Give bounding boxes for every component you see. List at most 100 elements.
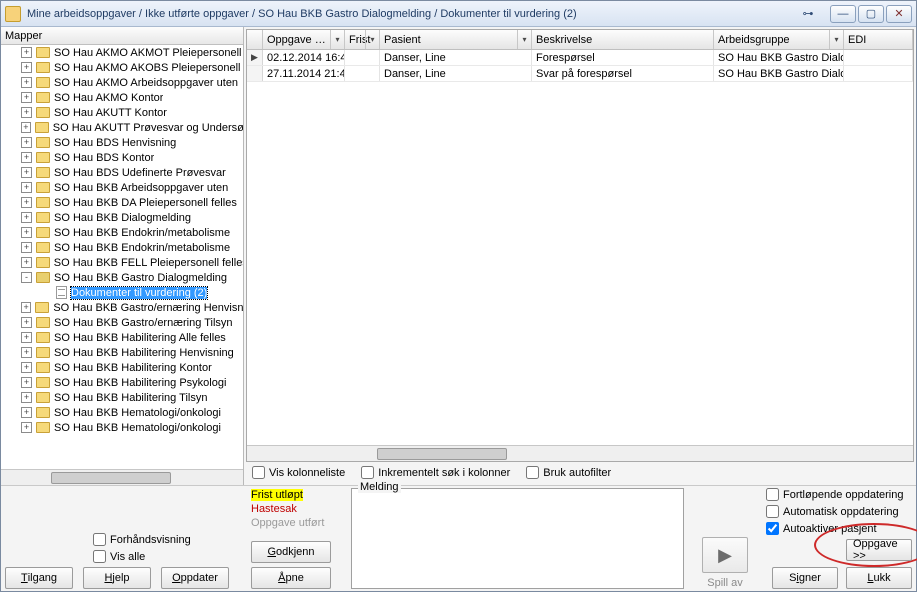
play-button[interactable]: ▶ — [702, 537, 748, 573]
pin-icon[interactable]: ⊶ — [796, 6, 820, 22]
tree-toggle[interactable]: + — [21, 242, 32, 253]
signer-button[interactable]: Signer — [772, 567, 838, 589]
tree-toggle[interactable]: + — [21, 107, 32, 118]
tree-toggle[interactable]: + — [21, 407, 32, 418]
chk-visalle[interactable]: Vis alle — [93, 550, 245, 563]
tree-toggle[interactable]: + — [21, 122, 31, 133]
tree-folder-node[interactable]: +SO Hau AKMO AKOBS Pleiepersonell — [1, 60, 243, 75]
tree-toggle[interactable]: + — [21, 257, 32, 268]
folder-tree[interactable]: +SO Hau AKMO AKMOT Pleiepersonell+SO Hau… — [1, 45, 243, 469]
tree-toggle[interactable]: + — [21, 137, 32, 148]
table-row[interactable]: 27.11.2014 21:4Danser, LineSvar på fores… — [247, 66, 913, 82]
tree-toggle[interactable]: + — [21, 152, 32, 163]
folder-icon — [36, 92, 50, 103]
tree-label: SO Hau BKB Habilitering Alle felles — [54, 332, 226, 344]
close-button[interactable]: ✕ — [886, 5, 912, 23]
tree-folder-node[interactable]: + SO Hau BKB Habilitering Alle felles — [1, 330, 243, 345]
tree-doc-node[interactable]: Dokumenter til vurdering (2) — [1, 285, 243, 300]
tree-folder-node[interactable]: +SO Hau BKB DA Pleiepersonell felles — [1, 195, 243, 210]
folder-icon — [36, 392, 50, 403]
tree-folder-node[interactable]: +SO Hau BKB Endokrin/metabolisme — [1, 225, 243, 240]
apne-button[interactable]: Åpne — [251, 567, 331, 589]
chk-fortlopende[interactable]: Fortløpende oppdatering — [766, 488, 912, 501]
tree-folder-node[interactable]: +SO Hau BKB Habilitering Psykologi — [1, 375, 243, 390]
table-row[interactable]: ▶02.12.2014 16:4Danser, LineForespørselS… — [247, 50, 913, 66]
tree-toggle[interactable]: + — [21, 227, 32, 238]
tree-toggle[interactable]: + — [21, 167, 32, 178]
chevron-down-icon[interactable]: ▾ — [517, 30, 531, 49]
tree-folder-node[interactable]: +SO Hau BDS Henvisning — [1, 135, 243, 150]
col-beskrivelse[interactable]: Beskrivelse — [532, 30, 714, 49]
folders-header: Mapper — [1, 27, 243, 45]
tree-folder-node[interactable]: +SO Hau AKMO Arbeidsoppgaver uten — [1, 75, 243, 90]
folder-icon — [35, 122, 49, 133]
cell: SO Hau BKB Gastro Dialogm — [714, 66, 844, 81]
tree-folder-node[interactable]: +SO Hau AKMO AKMOT Pleiepersonell — [1, 45, 243, 60]
tree-toggle[interactable]: + — [21, 422, 32, 433]
tree-toggle[interactable]: + — [21, 362, 32, 373]
tilgang-button[interactable]: Tilgang — [5, 567, 73, 589]
tree-toggle[interactable]: + — [21, 212, 32, 223]
grid-header[interactable]: Oppgave …▾ Frist▾ Pasient▾ Beskrivelse A… — [247, 30, 913, 50]
chk-forhandsvisning[interactable]: Forhåndsvisning — [93, 533, 245, 546]
tree-toggle[interactable]: + — [21, 182, 32, 193]
godkjenn-button[interactable]: Godkjenn — [251, 541, 331, 563]
chk-kolonneliste[interactable]: Vis kolonneliste — [252, 466, 345, 479]
tree-toggle[interactable]: + — [21, 332, 32, 343]
folder-icon — [36, 377, 50, 388]
tree-folder-node[interactable]: +SO Hau BKB FELL Pleiepersonell felles — [1, 255, 243, 270]
minimize-button[interactable]: — — [830, 5, 856, 23]
tree-toggle[interactable]: + — [21, 347, 32, 358]
row-indicator: ▶ — [247, 50, 263, 65]
tree-folder-node[interactable]: +SO Hau BKB Hematologi/onkologi — [1, 405, 243, 420]
chevron-down-icon[interactable]: ▾ — [330, 30, 344, 49]
tree-folder-node[interactable]: +SO Hau BKB Endokrin/metabolisme — [1, 240, 243, 255]
tree-toggle[interactable]: - — [21, 272, 32, 283]
chevron-down-icon[interactable]: ▾ — [829, 30, 843, 49]
tree-folder-node[interactable]: +SO Hau AKMO Kontor — [1, 90, 243, 105]
tree-folder-node[interactable]: + SO Hau BKB Dialogmelding — [1, 210, 243, 225]
hjelp-button[interactable]: Hjelp — [83, 567, 151, 589]
tree-folder-node[interactable]: +SO Hau BKB Habilitering Henvisning — [1, 345, 243, 360]
tree-folder-node[interactable]: +SO Hau BKB Hematologi/onkologi — [1, 420, 243, 435]
chk-inkrementelt[interactable]: Inkrementelt søk i kolonner — [361, 466, 510, 479]
tree-folder-node[interactable]: +SO Hau BKB Gastro/ernæring Henvisning — [1, 300, 243, 315]
oppgave-button[interactable]: Oppgave >> — [846, 539, 912, 561]
tree-toggle[interactable]: + — [21, 62, 32, 73]
chevron-down-icon[interactable]: ▾ — [365, 30, 379, 49]
folder-icon — [36, 242, 50, 253]
tree-toggle[interactable]: + — [21, 47, 32, 58]
tree-toggle[interactable]: + — [21, 392, 32, 403]
col-edi[interactable]: EDI — [844, 30, 913, 49]
tree-folder-node[interactable]: -SO Hau BKB Gastro Dialogmelding — [1, 270, 243, 285]
col-frist[interactable]: Frist▾ — [345, 30, 380, 49]
col-arbeidsgruppe[interactable]: Arbeidsgruppe▾ — [714, 30, 844, 49]
tree-folder-node[interactable]: +SO Hau AKUTT Prøvesvar og Undersøkelser — [1, 120, 243, 135]
oppdater-button[interactable]: Oppdater — [161, 567, 229, 589]
grid-hscroll[interactable] — [247, 445, 913, 461]
tree-folder-node[interactable]: +SO Hau BDS Kontor — [1, 150, 243, 165]
tree-toggle[interactable]: + — [21, 197, 32, 208]
tree-folder-node[interactable]: +SO Hau BKB Habilitering Tilsyn — [1, 390, 243, 405]
tree-toggle[interactable]: + — [21, 377, 32, 388]
tree-toggle[interactable]: + — [21, 92, 32, 103]
tree-hscroll[interactable] — [1, 469, 243, 485]
tree-folder-node[interactable]: +SO Hau BKB Gastro/ernæring Tilsyn — [1, 315, 243, 330]
maximize-button[interactable]: ▢ — [858, 5, 884, 23]
col-oppgave[interactable]: Oppgave …▾ — [263, 30, 345, 49]
chk-autoaktiver[interactable]: Autoaktiver pasjent — [766, 522, 912, 535]
grid-body[interactable]: ▶02.12.2014 16:4Danser, LineForespørselS… — [247, 50, 913, 445]
tree-toggle[interactable]: + — [21, 317, 32, 328]
chk-automatisk[interactable]: Automatisk oppdatering — [766, 505, 912, 518]
tree-folder-node[interactable]: +SO Hau BKB Habilitering Kontor — [1, 360, 243, 375]
tree-label: SO Hau BKB Dialogmelding — [54, 212, 191, 224]
lukk-button[interactable]: Lukk — [846, 567, 912, 589]
task-grid[interactable]: Oppgave …▾ Frist▾ Pasient▾ Beskrivelse A… — [246, 29, 914, 462]
tree-toggle[interactable]: + — [21, 77, 32, 88]
tree-folder-node[interactable]: +SO Hau BKB Arbeidsoppgaver uten — [1, 180, 243, 195]
col-pasient[interactable]: Pasient▾ — [380, 30, 532, 49]
tree-toggle[interactable]: + — [21, 302, 31, 313]
tree-folder-node[interactable]: +SO Hau AKUTT Kontor — [1, 105, 243, 120]
tree-folder-node[interactable]: +SO Hau BDS Udefinerte Prøvesvar — [1, 165, 243, 180]
chk-autofilter[interactable]: Bruk autofilter — [526, 466, 611, 479]
